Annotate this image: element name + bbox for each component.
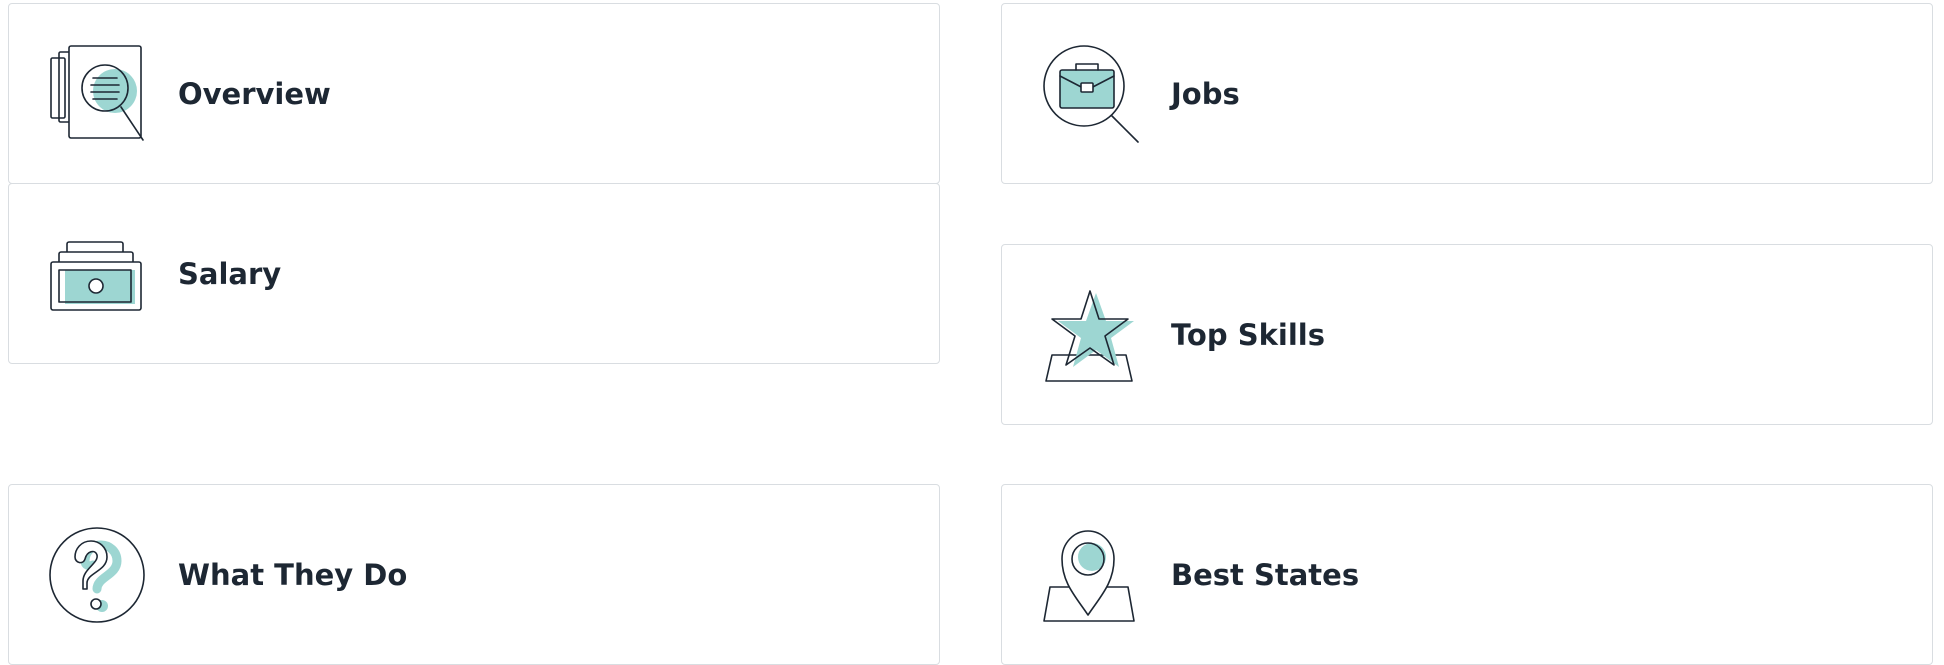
- jobs-card[interactable]: Jobs: [1001, 3, 1933, 184]
- jobs-label: Jobs: [1171, 76, 1240, 111]
- top-skills-label: Top Skills: [1171, 317, 1325, 352]
- overview-label: Overview: [178, 76, 331, 111]
- map-pin-icon: [1040, 525, 1140, 625]
- star-podium-icon: [1040, 285, 1140, 385]
- best-states-label: Best States: [1171, 557, 1360, 592]
- best-states-card[interactable]: Best States: [1001, 484, 1933, 665]
- salary-label: Salary: [178, 256, 282, 291]
- money-stack-icon: [47, 224, 147, 324]
- overview-card[interactable]: Overview: [8, 3, 940, 184]
- top-skills-card[interactable]: Top Skills: [1001, 244, 1933, 425]
- question-mark-icon: [47, 525, 147, 625]
- what-they-do-card[interactable]: What They Do: [8, 484, 940, 665]
- document-search-icon: [47, 44, 147, 144]
- briefcase-search-icon: [1040, 44, 1140, 144]
- salary-card[interactable]: Salary: [8, 183, 940, 364]
- what-they-do-label: What They Do: [178, 557, 408, 592]
